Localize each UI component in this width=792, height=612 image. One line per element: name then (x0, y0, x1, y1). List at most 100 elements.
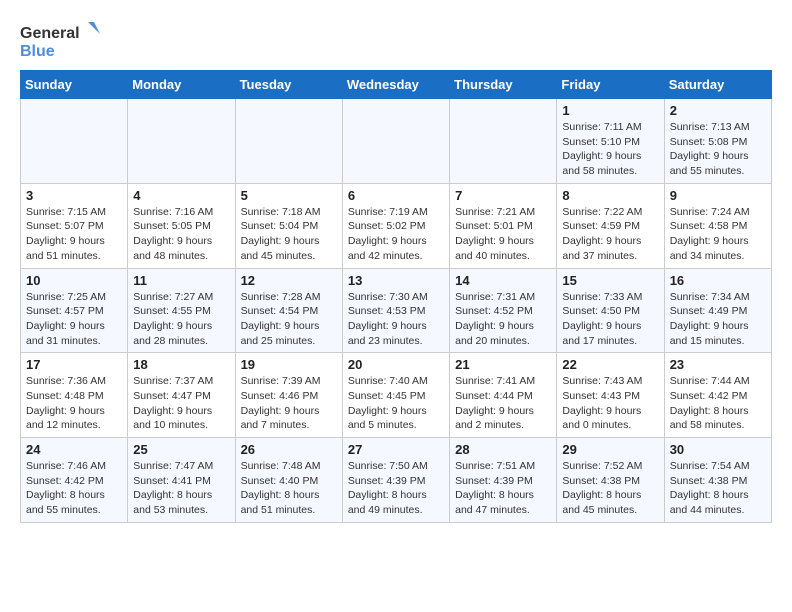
calendar-cell (450, 99, 557, 184)
calendar-week-row: 24 Sunrise: 7:46 AMSunset: 4:42 PMDayligh… (21, 438, 772, 523)
day-number: 4 (133, 188, 229, 203)
calendar-cell: 25Sunrise: 7:47 AMSunset: 4:41 PMDayligh… (128, 438, 235, 523)
day-number: 8 (562, 188, 658, 203)
calendar-cell: 19 Sunrise: 7:39 AMSunset: 4:46 PMDayligh… (235, 353, 342, 438)
calendar-cell: 12Sunrise: 7:28 AMSunset: 4:54 PMDayligh… (235, 268, 342, 353)
day-info: Sunrise: 7:25 AMSunset: 4:57 PMDaylight:… (26, 290, 122, 349)
calendar-cell (128, 99, 235, 184)
day-number: 29 (562, 442, 658, 457)
weekday-header: Sunday (21, 71, 128, 99)
calendar-cell (342, 99, 449, 184)
day-number: 23 (670, 357, 766, 372)
calendar-week-row: 3 Sunrise: 7:15 AMSunset: 5:07 PMDaylight… (21, 183, 772, 268)
day-number: 15 (562, 273, 658, 288)
day-number: 16 (670, 273, 766, 288)
calendar-cell: 24 Sunrise: 7:46 AMSunset: 4:42 PMDayligh… (21, 438, 128, 523)
day-number: 9 (670, 188, 766, 203)
day-info: Sunrise: 7:16 AMSunset: 5:05 PMDaylight:… (133, 205, 229, 264)
header: GeneralBlue (20, 20, 772, 60)
svg-text:Blue: Blue (20, 43, 55, 60)
calendar-week-row: 17 Sunrise: 7:36 AMSunset: 4:48 PMDayligh… (21, 353, 772, 438)
calendar-cell: 9 Sunrise: 7:24 AMSunset: 4:58 PMDaylight… (664, 183, 771, 268)
day-info: Sunrise: 7:30 AMSunset: 4:53 PMDaylight:… (348, 290, 444, 349)
calendar-cell: 3 Sunrise: 7:15 AMSunset: 5:07 PMDaylight… (21, 183, 128, 268)
day-info: Sunrise: 7:33 AMSunset: 4:50 PMDaylight:… (562, 290, 658, 349)
day-number: 21 (455, 357, 551, 372)
calendar-cell: 27 Sunrise: 7:50 AMSunset: 4:39 PMDayligh… (342, 438, 449, 523)
day-info: Sunrise: 7:46 AMSunset: 4:42 PMDaylight:… (26, 459, 122, 518)
day-number: 14 (455, 273, 551, 288)
calendar-header-row: SundayMondayTuesdayWednesdayThursdayFrid… (21, 71, 772, 99)
day-info: Sunrise: 7:50 AMSunset: 4:39 PMDaylight:… (348, 459, 444, 518)
day-number: 27 (348, 442, 444, 457)
day-info: Sunrise: 7:19 AMSunset: 5:02 PMDaylight:… (348, 205, 444, 264)
day-info: Sunrise: 7:18 AMSunset: 5:04 PMDaylight:… (241, 205, 337, 264)
day-number: 17 (26, 357, 122, 372)
calendar-cell: 16 Sunrise: 7:34 AMSunset: 4:49 PMDayligh… (664, 268, 771, 353)
day-number: 6 (348, 188, 444, 203)
calendar-week-row: 1Sunrise: 7:11 AMSunset: 5:10 PMDaylight… (21, 99, 772, 184)
day-info: Sunrise: 7:47 AMSunset: 4:41 PMDaylight:… (133, 459, 229, 518)
day-number: 30 (670, 442, 766, 457)
day-info: Sunrise: 7:24 AMSunset: 4:58 PMDaylight:… (670, 205, 766, 264)
day-number: 10 (26, 273, 122, 288)
day-info: Sunrise: 7:43 AMSunset: 4:43 PMDaylight:… (562, 374, 658, 433)
day-number: 13 (348, 273, 444, 288)
day-info: Sunrise: 7:40 AMSunset: 4:45 PMDaylight:… (348, 374, 444, 433)
calendar-cell: 10 Sunrise: 7:25 AMSunset: 4:57 PMDayligh… (21, 268, 128, 353)
day-number: 5 (241, 188, 337, 203)
logo: GeneralBlue (20, 20, 100, 60)
day-info: Sunrise: 7:28 AMSunset: 4:54 PMDaylight:… (241, 290, 337, 349)
calendar-cell: 22 Sunrise: 7:43 AMSunset: 4:43 PMDayligh… (557, 353, 664, 438)
calendar-cell: 1Sunrise: 7:11 AMSunset: 5:10 PMDaylight… (557, 99, 664, 184)
day-number: 3 (26, 188, 122, 203)
day-info: Sunrise: 7:48 AMSunset: 4:40 PMDaylight:… (241, 459, 337, 518)
day-info: Sunrise: 7:36 AMSunset: 4:48 PMDaylight:… (26, 374, 122, 433)
weekday-header: Saturday (664, 71, 771, 99)
calendar-cell: 6 Sunrise: 7:19 AMSunset: 5:02 PMDaylight… (342, 183, 449, 268)
day-info: Sunrise: 7:31 AMSunset: 4:52 PMDaylight:… (455, 290, 551, 349)
svg-text:General: General (20, 25, 80, 42)
calendar-cell (235, 99, 342, 184)
day-number: 2 (670, 103, 766, 118)
day-number: 7 (455, 188, 551, 203)
day-info: Sunrise: 7:41 AMSunset: 4:44 PMDaylight:… (455, 374, 551, 433)
calendar-cell: 14 Sunrise: 7:31 AMSunset: 4:52 PMDayligh… (450, 268, 557, 353)
calendar-cell: 18 Sunrise: 7:37 AMSunset: 4:47 PMDayligh… (128, 353, 235, 438)
calendar-cell: 7 Sunrise: 7:21 AMSunset: 5:01 PMDaylight… (450, 183, 557, 268)
calendar-cell: 2 Sunrise: 7:13 AMSunset: 5:08 PMDaylight… (664, 99, 771, 184)
day-number: 22 (562, 357, 658, 372)
day-info: Sunrise: 7:11 AMSunset: 5:10 PMDaylight:… (562, 120, 658, 179)
day-info: Sunrise: 7:39 AMSunset: 4:46 PMDaylight:… (241, 374, 337, 433)
calendar-cell: 15 Sunrise: 7:33 AMSunset: 4:50 PMDayligh… (557, 268, 664, 353)
calendar-cell: 20Sunrise: 7:40 AMSunset: 4:45 PMDayligh… (342, 353, 449, 438)
calendar-cell: 28 Sunrise: 7:51 AMSunset: 4:39 PMDayligh… (450, 438, 557, 523)
calendar-cell: 29Sunrise: 7:52 AMSunset: 4:38 PMDayligh… (557, 438, 664, 523)
day-number: 26 (241, 442, 337, 457)
day-info: Sunrise: 7:21 AMSunset: 5:01 PMDaylight:… (455, 205, 551, 264)
day-number: 24 (26, 442, 122, 457)
day-number: 11 (133, 273, 229, 288)
day-number: 28 (455, 442, 551, 457)
day-info: Sunrise: 7:34 AMSunset: 4:49 PMDaylight:… (670, 290, 766, 349)
calendar-cell: 30 Sunrise: 7:54 AMSunset: 4:38 PMDayligh… (664, 438, 771, 523)
calendar-cell (21, 99, 128, 184)
day-info: Sunrise: 7:15 AMSunset: 5:07 PMDaylight:… (26, 205, 122, 264)
day-info: Sunrise: 7:51 AMSunset: 4:39 PMDaylight:… (455, 459, 551, 518)
calendar-cell: 21 Sunrise: 7:41 AMSunset: 4:44 PMDayligh… (450, 353, 557, 438)
day-info: Sunrise: 7:13 AMSunset: 5:08 PMDaylight:… (670, 120, 766, 179)
day-info: Sunrise: 7:22 AMSunset: 4:59 PMDaylight:… (562, 205, 658, 264)
calendar-cell: 5 Sunrise: 7:18 AMSunset: 5:04 PMDaylight… (235, 183, 342, 268)
calendar-table: SundayMondayTuesdayWednesdayThursdayFrid… (20, 70, 772, 523)
weekday-header: Monday (128, 71, 235, 99)
calendar-cell: 23 Sunrise: 7:44 AMSunset: 4:42 PMDayligh… (664, 353, 771, 438)
day-number: 18 (133, 357, 229, 372)
weekday-header: Wednesday (342, 71, 449, 99)
day-number: 19 (241, 357, 337, 372)
day-info: Sunrise: 7:37 AMSunset: 4:47 PMDaylight:… (133, 374, 229, 433)
weekday-header: Tuesday (235, 71, 342, 99)
calendar-cell: 4 Sunrise: 7:16 AMSunset: 5:05 PMDaylight… (128, 183, 235, 268)
weekday-header: Thursday (450, 71, 557, 99)
day-info: Sunrise: 7:54 AMSunset: 4:38 PMDaylight:… (670, 459, 766, 518)
day-info: Sunrise: 7:44 AMSunset: 4:42 PMDaylight:… (670, 374, 766, 433)
